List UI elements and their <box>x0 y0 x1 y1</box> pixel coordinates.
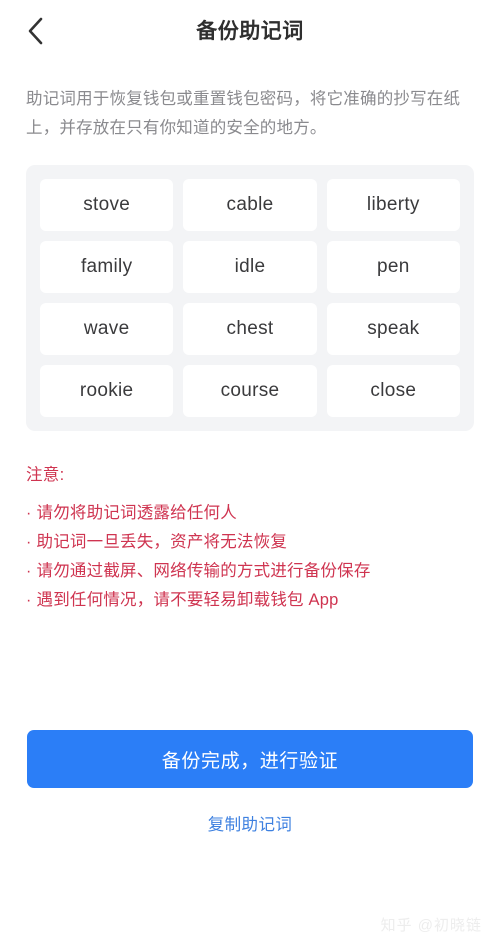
description-text: 助记词用于恢复钱包或重置钱包密码，将它准确的抄写在纸上，并存放在只有你知道的安全… <box>26 90 461 137</box>
warning-title: 注意: <box>26 466 65 484</box>
page-title: 备份助记词 <box>196 19 304 43</box>
mnemonic-word-grid: stove cable liberty family idle pen wave… <box>26 165 474 431</box>
bullet-icon: · <box>26 563 32 580</box>
warning-item-text: 助记词一旦丢失，资产将无法恢复 <box>36 533 288 551</box>
mnemonic-word: chest <box>183 303 317 355</box>
mnemonic-word: family <box>40 241 174 293</box>
mnemonic-word: pen <box>326 241 460 293</box>
backup-mnemonic-screen: 备份助记词 助记词用于恢复钱包或重置钱包密码，将它准确的抄写在纸上，并存放在只有… <box>0 0 500 947</box>
bullet-icon: · <box>26 534 32 551</box>
bullet-icon: · <box>26 505 32 522</box>
app-header: 备份助记词 <box>0 0 500 62</box>
mnemonic-word: cable <box>183 179 317 231</box>
warning-list-item: · 助记词一旦丢失，资产将无法恢复 <box>26 528 474 557</box>
mnemonic-word: idle <box>183 241 317 293</box>
mnemonic-word: wave <box>40 303 174 355</box>
mnemonic-word: course <box>183 365 317 417</box>
warning-item-text: 遇到任何情况，请不要轻易卸载钱包 App <box>36 591 339 609</box>
copy-mnemonic-link[interactable]: 复制助记词 <box>0 811 500 835</box>
warning-section: 注意: · 请勿将助记词透露给任何人 · 助记词一旦丢失，资产将无法恢复 · 请… <box>26 461 474 615</box>
mnemonic-word: stove <box>40 179 174 231</box>
mnemonic-word: close <box>326 365 460 417</box>
back-button[interactable] <box>14 9 58 53</box>
warning-item-text: 请勿通过截屏、网络传输的方式进行备份保存 <box>36 562 371 580</box>
warning-list: · 请勿将助记词透露给任何人 · 助记词一旦丢失，资产将无法恢复 · 请勿通过截… <box>26 499 474 615</box>
mnemonic-word: rookie <box>40 365 174 417</box>
chevron-left-icon <box>26 15 46 47</box>
mnemonic-word: speak <box>326 303 460 355</box>
warning-list-item: · 请勿通过截屏、网络传输的方式进行备份保存 <box>26 557 474 586</box>
warning-list-item: · 请勿将助记词透露给任何人 <box>26 499 474 528</box>
warning-list-item: · 遇到任何情况，请不要轻易卸载钱包 App <box>26 586 474 615</box>
warning-item-text: 请勿将助记词透露给任何人 <box>36 504 237 522</box>
bullet-icon: · <box>26 592 32 609</box>
confirm-backup-button[interactable]: 备份完成，进行验证 <box>27 730 473 788</box>
mnemonic-word: liberty <box>326 179 460 231</box>
action-area: 备份完成，进行验证 复制助记词 <box>0 730 500 835</box>
watermark: 知乎 @初晓链 <box>380 917 482 934</box>
